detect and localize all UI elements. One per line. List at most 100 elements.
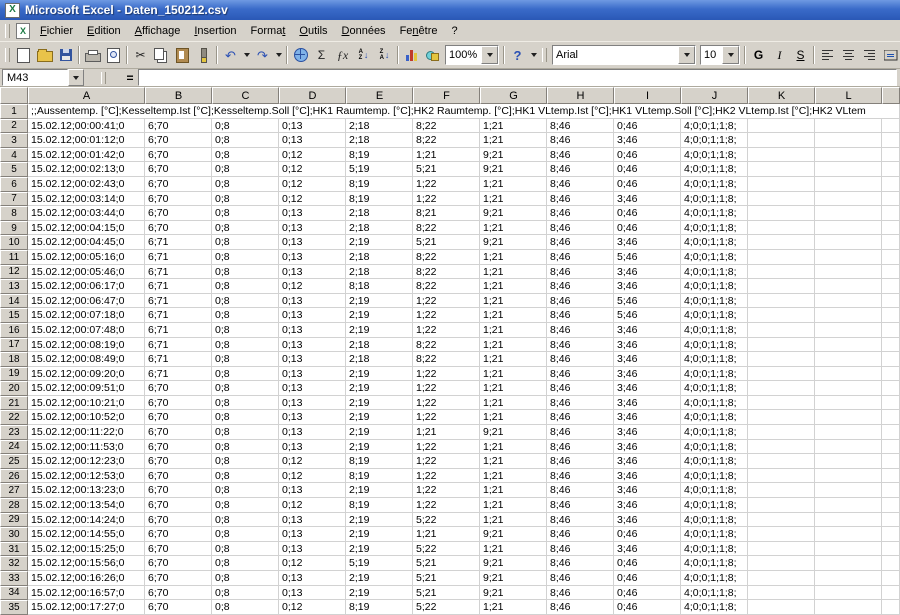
cell-J10[interactable]: 4;0;0;1;1;8;	[681, 235, 748, 250]
cell-E20[interactable]: 2;19	[346, 381, 413, 396]
cell-E10[interactable]: 2;19	[346, 235, 413, 250]
cell-I15[interactable]: 5;46	[614, 308, 681, 323]
format-painter-button[interactable]	[193, 45, 214, 65]
cell-G8[interactable]: 9;21	[480, 206, 547, 221]
cell-empty[interactable]	[882, 395, 900, 411]
cell-I17[interactable]: 3;46	[614, 337, 681, 353]
menu-donnes[interactable]: Données	[335, 22, 393, 40]
cell-D13[interactable]: 0;12	[279, 279, 346, 294]
cell-A21[interactable]: 15.02.12;00:10:21;0	[28, 395, 145, 411]
cell-B25[interactable]: 6;70	[145, 454, 212, 469]
menu-format[interactable]: Format	[244, 22, 293, 40]
align-right-button[interactable]	[859, 45, 880, 65]
cell-empty[interactable]	[748, 337, 815, 353]
cell-C17[interactable]: 0;8	[212, 337, 279, 353]
cell-J30[interactable]: 4;0;0;1;1;8;	[681, 527, 748, 542]
standard-toolbar-grip[interactable]	[5, 48, 10, 62]
cell-I33[interactable]: 0;46	[614, 571, 681, 586]
font-size-combo[interactable]: 10	[700, 45, 740, 65]
cell-empty[interactable]	[815, 571, 882, 586]
cell-G2[interactable]: 1;21	[480, 118, 547, 134]
row-header-17[interactable]: 17	[0, 337, 28, 353]
cell-J15[interactable]: 4;0;0;1;1;8;	[681, 308, 748, 323]
cell-D5[interactable]: 0;12	[279, 162, 346, 177]
font-name-dropdown-button[interactable]	[678, 46, 695, 64]
cell-H32[interactable]: 8;46	[547, 556, 614, 571]
cell-empty[interactable]	[748, 235, 815, 250]
cell-E17[interactable]: 2;18	[346, 337, 413, 353]
cell-D18[interactable]: 0;13	[279, 352, 346, 367]
cell-D15[interactable]: 0;13	[279, 308, 346, 323]
cell-A17[interactable]: 15.02.12;00:08:19;0	[28, 337, 145, 353]
cell-D7[interactable]: 0;12	[279, 191, 346, 207]
row-header-6[interactable]: 6	[0, 176, 28, 192]
row-header-4[interactable]: 4	[0, 147, 28, 163]
cell-B34[interactable]: 6;70	[145, 585, 212, 601]
column-header-K[interactable]: K	[748, 87, 815, 104]
cell-E8[interactable]: 2;18	[346, 206, 413, 221]
cell-I28[interactable]: 3;46	[614, 498, 681, 513]
cell-J21[interactable]: 4;0;0;1;1;8;	[681, 395, 748, 411]
cell-C27[interactable]: 0;8	[212, 483, 279, 499]
column-header-B[interactable]: B	[145, 87, 212, 104]
cell-I18[interactable]: 3;46	[614, 352, 681, 367]
cell-J16[interactable]: 4;0;0;1;1;8;	[681, 322, 748, 338]
cell-empty[interactable]	[882, 322, 900, 338]
cell-D33[interactable]: 0;13	[279, 571, 346, 586]
name-box-dropdown-button[interactable]	[68, 69, 84, 86]
menu-edition[interactable]: Edition	[80, 22, 128, 40]
cell-E2[interactable]: 2;18	[346, 118, 413, 134]
cell-empty[interactable]	[882, 264, 900, 280]
cell-B9[interactable]: 6;70	[145, 220, 212, 236]
cell-G7[interactable]: 1;21	[480, 191, 547, 207]
cell-B6[interactable]: 6;70	[145, 176, 212, 192]
cell-B7[interactable]: 6;70	[145, 191, 212, 207]
cell-F13[interactable]: 8;22	[413, 279, 480, 294]
menubar-grip[interactable]	[5, 23, 10, 38]
cell-G23[interactable]: 9;21	[480, 425, 547, 440]
cell-empty[interactable]	[748, 264, 815, 280]
cell-G32[interactable]: 9;21	[480, 556, 547, 571]
underline-button[interactable]: S	[790, 45, 811, 65]
cell-empty[interactable]	[882, 468, 900, 484]
cell-E28[interactable]: 8;19	[346, 498, 413, 513]
column-header-J[interactable]: J	[681, 87, 748, 104]
menu-insertion[interactable]: Insertion	[187, 22, 243, 40]
row-header-19[interactable]: 19	[0, 366, 28, 382]
row-header-32[interactable]: 32	[0, 556, 28, 571]
row-header-28[interactable]: 28	[0, 498, 28, 513]
cell-I16[interactable]: 3;46	[614, 322, 681, 338]
cell-B31[interactable]: 6;70	[145, 541, 212, 557]
cell-A24[interactable]: 15.02.12;00:11:53;0	[28, 439, 145, 455]
cell-J28[interactable]: 4;0;0;1;1;8;	[681, 498, 748, 513]
cell-D9[interactable]: 0;13	[279, 220, 346, 236]
cell-B33[interactable]: 6;70	[145, 571, 212, 586]
cell-C30[interactable]: 0;8	[212, 527, 279, 542]
cell-empty[interactable]	[748, 381, 815, 396]
cell-A6[interactable]: 15.02.12;00:02:43;0	[28, 176, 145, 192]
cell-H27[interactable]: 8;46	[547, 483, 614, 499]
cell-empty[interactable]	[815, 512, 882, 528]
cell-J19[interactable]: 4;0;0;1;1;8;	[681, 366, 748, 382]
row-header-35[interactable]: 35	[0, 600, 28, 615]
cell-I2[interactable]: 0;46	[614, 118, 681, 134]
cell-empty[interactable]	[815, 337, 882, 353]
cell-G10[interactable]: 9;21	[480, 235, 547, 250]
cell-empty[interactable]	[815, 206, 882, 221]
cell-empty[interactable]	[882, 556, 900, 571]
cell-empty[interactable]	[815, 556, 882, 571]
cell-empty[interactable]	[882, 337, 900, 353]
cell-B14[interactable]: 6;71	[145, 293, 212, 309]
cell-empty[interactable]	[882, 147, 900, 163]
cell-C24[interactable]: 0;8	[212, 439, 279, 455]
cell-empty[interactable]	[815, 527, 882, 542]
cell-C3[interactable]: 0;8	[212, 133, 279, 148]
cell-J17[interactable]: 4;0;0;1;1;8;	[681, 337, 748, 353]
cell-H22[interactable]: 8;46	[547, 410, 614, 426]
redo-button[interactable]: ↷	[252, 45, 273, 65]
cell-C6[interactable]: 0;8	[212, 176, 279, 192]
cell-E3[interactable]: 2;18	[346, 133, 413, 148]
zoom-dropdown-button[interactable]	[481, 46, 498, 64]
cell-G28[interactable]: 1;21	[480, 498, 547, 513]
help-dropdown-button[interactable]	[528, 45, 539, 65]
